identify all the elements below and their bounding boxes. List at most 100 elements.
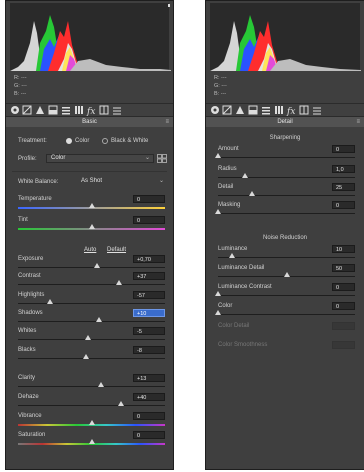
- slider-value-field[interactable]: 0: [332, 145, 355, 153]
- slider-thumb[interactable]: [215, 153, 221, 158]
- detail-section-header[interactable]: Detail ≡: [206, 117, 364, 127]
- slider-thumb[interactable]: [84, 335, 91, 340]
- slider-value-field[interactable]: +37: [133, 272, 165, 280]
- slider-value-field[interactable]: 25: [332, 183, 355, 191]
- hsl-icon[interactable]: [236, 106, 244, 114]
- lens-icon[interactable]: [75, 106, 83, 114]
- slider-value-field[interactable]: 0: [133, 412, 165, 420]
- slider-track[interactable]: [18, 284, 165, 285]
- slider-track[interactable]: [18, 339, 165, 340]
- lens-icon[interactable]: [275, 106, 283, 114]
- slider-thumb[interactable]: [215, 310, 221, 315]
- slider-thumb[interactable]: [249, 191, 256, 196]
- slider-value-field[interactable]: -57: [133, 291, 165, 299]
- slider-value-field[interactable]: 0: [133, 195, 165, 203]
- slider-value-field[interactable]: 0: [133, 431, 165, 439]
- b-value: ---: [20, 91, 27, 97]
- tone-curve-icon[interactable]: [22, 105, 32, 115]
- presets-icon[interactable]: [313, 107, 321, 115]
- slider-value-field[interactable]: -8: [133, 346, 165, 354]
- r-value: ---: [221, 75, 227, 81]
- slider-value-field[interactable]: 50: [332, 264, 355, 272]
- b-label: B:: [214, 91, 220, 97]
- profile-dropdown[interactable]: Color ⌄: [46, 154, 154, 163]
- slider-thumb[interactable]: [46, 299, 53, 304]
- slider-thumb[interactable]: [115, 280, 122, 285]
- panel-menu-icon[interactable]: ≡: [165, 117, 169, 127]
- calibration-icon[interactable]: [299, 105, 309, 115]
- slider-track[interactable]: [218, 295, 355, 296]
- slider-track[interactable]: [218, 157, 355, 158]
- presets-icon[interactable]: [113, 107, 121, 115]
- white-balance-label: White Balance:: [18, 179, 59, 185]
- slider-thumb[interactable]: [93, 263, 100, 268]
- slider-thumb[interactable]: [283, 272, 290, 277]
- slider-value-field[interactable]: 0: [332, 302, 355, 310]
- slider-track[interactable]: [18, 358, 165, 359]
- sharpening-heading: Sharpening: [269, 135, 301, 141]
- slider-value-field[interactable]: 0: [332, 201, 355, 209]
- detail-icon[interactable]: [62, 107, 70, 115]
- slider-label: Blacks: [18, 347, 36, 353]
- slider-thumb[interactable]: [88, 420, 95, 425]
- g-value: ---: [21, 83, 27, 89]
- slider-label: Color: [218, 303, 233, 309]
- slider-value-field[interactable]: +40: [133, 393, 165, 401]
- slider-label: Contrast: [18, 273, 41, 279]
- slider-value-field[interactable]: 0: [332, 283, 355, 291]
- slider-track[interactable]: [18, 303, 165, 304]
- slider-thumb[interactable]: [82, 354, 89, 359]
- slider-label: Luminance Contrast: [218, 284, 272, 290]
- slider-thumb[interactable]: [117, 401, 124, 406]
- slider-track[interactable]: [18, 267, 165, 268]
- slider-thumb[interactable]: [98, 382, 105, 387]
- profile-value: Color: [51, 155, 66, 161]
- slider-thumb[interactable]: [88, 439, 95, 444]
- slider-thumb[interactable]: [95, 317, 102, 322]
- calibration-icon[interactable]: [99, 105, 109, 115]
- profile-browser-icon[interactable]: [157, 154, 167, 163]
- treatment-color-label[interactable]: Color: [75, 138, 89, 144]
- treatment-color-radio[interactable]: [66, 138, 72, 144]
- auto-button[interactable]: Auto: [84, 247, 96, 253]
- white-balance-dropdown[interactable]: As Shot ⌄: [76, 177, 168, 186]
- split-toning-icon[interactable]: [48, 105, 58, 115]
- g-value: ---: [221, 83, 227, 89]
- slider-thumb[interactable]: [215, 291, 221, 296]
- slider-value-field[interactable]: 10: [332, 245, 355, 253]
- slider-thumb[interactable]: [88, 224, 95, 229]
- slider-value-field[interactable]: +13: [133, 374, 165, 382]
- slider-value-field[interactable]: 0: [133, 216, 165, 224]
- basic-tab-icon[interactable]: [211, 106, 219, 114]
- hsl-icon[interactable]: [36, 106, 44, 114]
- slider-thumb[interactable]: [88, 203, 95, 208]
- slider-track[interactable]: [218, 195, 355, 196]
- basic-section-header[interactable]: Basic ≡: [6, 117, 173, 127]
- slider-track[interactable]: [218, 314, 355, 315]
- tone-curve-icon[interactable]: [222, 105, 232, 115]
- treatment-bw-label[interactable]: Black & White: [111, 138, 148, 144]
- fx-icon[interactable]: fx: [286, 107, 295, 116]
- panel-menu-icon[interactable]: ≡: [356, 117, 360, 127]
- slider-thumb[interactable]: [215, 209, 221, 214]
- default-button[interactable]: Default: [107, 247, 126, 253]
- split-toning-icon[interactable]: [248, 105, 258, 115]
- slider-value-field[interactable]: 1,0: [332, 165, 355, 173]
- slider-label: Vibrance: [18, 413, 42, 419]
- histogram-graph: [10, 4, 171, 71]
- slider-track[interactable]: [18, 321, 165, 322]
- slider-track[interactable]: [18, 386, 165, 387]
- treatment-bw-radio[interactable]: [102, 138, 108, 144]
- slider-track[interactable]: [18, 405, 165, 406]
- slider-thumb[interactable]: [228, 253, 235, 258]
- slider-value-field[interactable]: -5: [133, 327, 165, 335]
- slider-value-field[interactable]: +0,70: [133, 255, 165, 263]
- slider-track[interactable]: [218, 213, 355, 214]
- slider-track[interactable]: [218, 257, 355, 258]
- slider-thumb[interactable]: [242, 173, 249, 178]
- slider-track[interactable]: [218, 177, 355, 178]
- basic-tab-icon[interactable]: [11, 106, 19, 114]
- fx-icon[interactable]: fx: [86, 107, 95, 116]
- detail-icon[interactable]: [262, 107, 270, 115]
- slider-value-field[interactable]: +10: [133, 309, 165, 317]
